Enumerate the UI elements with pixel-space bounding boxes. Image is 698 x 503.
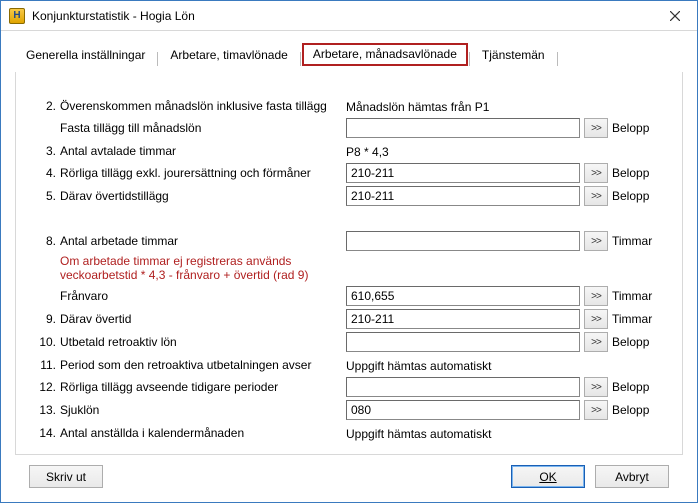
row-label: Sjuklön bbox=[60, 403, 346, 417]
row-num: 2. bbox=[36, 99, 60, 113]
row-label: Antal anställda i kalendermånaden bbox=[60, 426, 346, 440]
tab-tjansteman[interactable]: Tjänstemän bbox=[471, 44, 556, 66]
tab-arbetare-manad[interactable]: Arbetare, månadsavlönade bbox=[302, 43, 468, 66]
window-title: Konjunkturstatistik - Hogia Lön bbox=[32, 9, 652, 23]
cancel-button-label: Avbryt bbox=[615, 470, 649, 484]
row-label: Antal arbetade timmar bbox=[60, 234, 346, 248]
dialog-footer: Skriv ut OK Avbryt bbox=[15, 455, 683, 502]
cancel-button[interactable]: Avbryt bbox=[595, 465, 669, 488]
close-button[interactable] bbox=[652, 1, 697, 31]
titlebar: H Konjunkturstatistik - Hogia Lön bbox=[1, 1, 697, 31]
unit-label: Belopp bbox=[612, 121, 662, 135]
overtid-input[interactable] bbox=[346, 309, 580, 329]
ok-button-label: OK bbox=[539, 470, 556, 484]
row-label: Överenskommen månadslön inklusive fasta … bbox=[60, 99, 346, 113]
lookup-button[interactable]: >> bbox=[584, 118, 608, 138]
unit-label: Timmar bbox=[612, 312, 662, 326]
app-icon: H bbox=[9, 8, 25, 24]
unit-label: Belopp bbox=[612, 166, 662, 180]
row-num: 13. bbox=[36, 403, 60, 417]
row-num: 3. bbox=[36, 144, 60, 158]
retroaktiv-lon-input[interactable] bbox=[346, 332, 580, 352]
arbetade-timmar-input[interactable] bbox=[346, 231, 580, 251]
row-label: Period som den retroaktiva utbetalningen… bbox=[60, 358, 346, 372]
tidigare-perioder-input[interactable] bbox=[346, 377, 580, 397]
tab-generella[interactable]: Generella inställningar bbox=[15, 44, 156, 66]
row-label: Antal avtalade timmar bbox=[60, 144, 346, 158]
unit-label: Belopp bbox=[612, 403, 662, 417]
fasta-tillagg-input[interactable] bbox=[346, 118, 580, 138]
static-text: Månadslön hämtas från P1 bbox=[346, 98, 489, 114]
unit-label: Belopp bbox=[612, 189, 662, 203]
row-label: Frånvaro bbox=[60, 289, 346, 303]
lookup-button[interactable]: >> bbox=[584, 186, 608, 206]
overtids-tillagg-input[interactable] bbox=[346, 186, 580, 206]
tab-arbetare-tim[interactable]: Arbetare, timavlönade bbox=[159, 44, 298, 66]
unit-label: Timmar bbox=[612, 234, 662, 248]
lookup-button[interactable]: >> bbox=[584, 286, 608, 306]
static-text: Uppgift hämtas automatiskt bbox=[346, 425, 491, 441]
note-text: Om arbetade timmar ej registreras använd… bbox=[60, 254, 346, 282]
form-panel: 2. Överenskommen månadslön inklusive fas… bbox=[15, 72, 683, 455]
unit-label: Belopp bbox=[612, 380, 662, 394]
lookup-button[interactable]: >> bbox=[584, 332, 608, 352]
lookup-button[interactable]: >> bbox=[584, 231, 608, 251]
row-num: 10. bbox=[36, 335, 60, 349]
tab-bar: Generella inställningar Arbetare, timavl… bbox=[15, 43, 683, 66]
row-label: Rörliga tillägg avseende tidigare period… bbox=[60, 380, 346, 394]
row-num: 12. bbox=[36, 380, 60, 394]
row-num: 8. bbox=[36, 234, 60, 248]
rorliga-tillagg-input[interactable] bbox=[346, 163, 580, 183]
print-button[interactable]: Skriv ut bbox=[29, 465, 103, 488]
row-label: Fasta tillägg till månadslön bbox=[60, 121, 346, 135]
row-num: 4. bbox=[36, 166, 60, 180]
static-text: Uppgift hämtas automatiskt bbox=[346, 357, 491, 373]
row-label: Därav övertidstillägg bbox=[60, 189, 346, 203]
print-button-label: Skriv ut bbox=[46, 470, 86, 484]
lookup-button[interactable]: >> bbox=[584, 163, 608, 183]
lookup-button[interactable]: >> bbox=[584, 400, 608, 420]
static-text: P8 * 4,3 bbox=[346, 143, 389, 159]
row-num: 5. bbox=[36, 189, 60, 203]
row-label: Därav övertid bbox=[60, 312, 346, 326]
row-label: Utbetald retroaktiv lön bbox=[60, 335, 346, 349]
sjuklon-input[interactable] bbox=[346, 400, 580, 420]
row-num: 9. bbox=[36, 312, 60, 326]
lookup-button[interactable]: >> bbox=[584, 309, 608, 329]
ok-button[interactable]: OK bbox=[511, 465, 585, 488]
franvaro-input[interactable] bbox=[346, 286, 580, 306]
close-icon bbox=[670, 11, 680, 21]
lookup-button[interactable]: >> bbox=[584, 377, 608, 397]
row-num: 11. bbox=[36, 358, 60, 372]
unit-label: Belopp bbox=[612, 335, 662, 349]
row-num: 14. bbox=[36, 426, 60, 440]
row-label: Rörliga tillägg exkl. jourersättning och… bbox=[60, 166, 346, 180]
unit-label: Timmar bbox=[612, 289, 662, 303]
